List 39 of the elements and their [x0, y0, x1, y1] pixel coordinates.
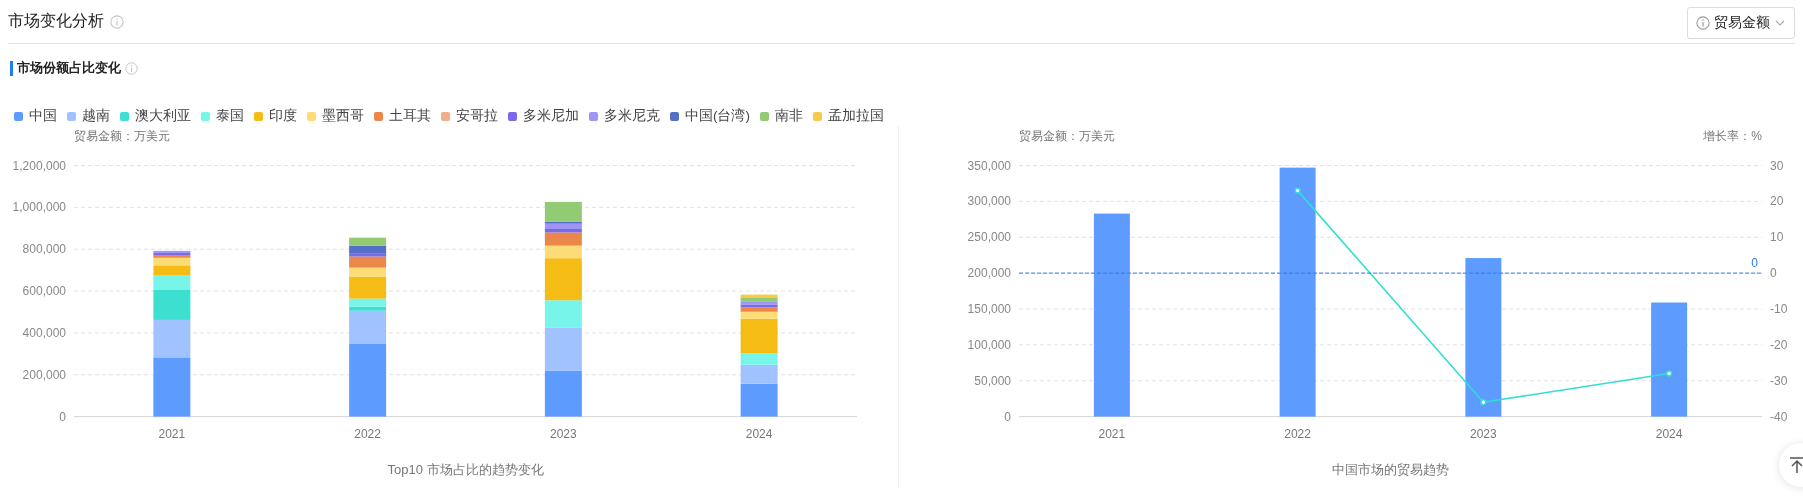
axis-tick-label: 400,000 — [22, 325, 66, 340]
axis-tick-label: 200,000 — [967, 266, 1011, 281]
axis-tick-label: 0 — [1004, 409, 1011, 424]
axis-tick-label: 0 — [1770, 266, 1777, 281]
axis-tick-label: 600,000 — [22, 284, 66, 299]
axis-tick-label: 2023 — [550, 427, 577, 441]
axis-tick-label: 150,000 — [967, 302, 1011, 316]
axis-tick-label: 2022 — [1284, 427, 1311, 441]
axis-tick-label: 2021 — [1098, 427, 1126, 441]
axis-unit-label: 贸易金额：万美元 — [74, 129, 170, 143]
axis-tick-label: 2024 — [745, 427, 773, 441]
panel-title: 市场变化分析 — [8, 11, 104, 31]
chart-title: Top10 市场占比的趋势变化 — [387, 462, 544, 477]
reference-label: 0 — [1751, 256, 1758, 271]
section-title: 市场份额占比变化 — [17, 59, 121, 77]
axis-tick-label: 300,000 — [967, 194, 1011, 209]
axis-tick-label: 350,000 — [967, 158, 1011, 173]
axis-tick-label: -30 — [1770, 373, 1788, 388]
axis-tick-label: 30 — [1770, 158, 1784, 173]
axis-tick-label: 250,000 — [967, 230, 1011, 245]
axis-tick-label: 100,000 — [967, 337, 1011, 352]
axis-tick-label: 10 — [1770, 230, 1784, 245]
axis-tick-label: -40 — [1770, 409, 1788, 424]
axis-tick-label: 1,000,000 — [12, 200, 66, 215]
axis-unit-label: 贸易金额：万美元 — [1019, 129, 1115, 143]
axis-tick-label: -20 — [1770, 337, 1788, 352]
axis-tick-label: 20 — [1770, 194, 1784, 209]
axis-tick-label: 2021 — [158, 427, 186, 441]
axis-tick-label: 2022 — [354, 427, 381, 441]
axis-tick-label: 2023 — [1470, 427, 1497, 441]
chart-title: 中国市场的贸易趋势 — [1332, 462, 1449, 477]
axis-unit-label: 增长率：% — [1703, 129, 1762, 143]
axis-tick-label: 0 — [59, 409, 66, 424]
axis-tick-label: 50,000 — [974, 373, 1011, 388]
axis-tick-label: 200,000 — [22, 367, 66, 382]
axis-tick-label: 800,000 — [22, 242, 66, 257]
axis-tick-label: 2024 — [1655, 427, 1683, 441]
axis-tick-label: 1,200,000 — [12, 158, 66, 173]
axis-tick-label: -10 — [1770, 302, 1788, 316]
